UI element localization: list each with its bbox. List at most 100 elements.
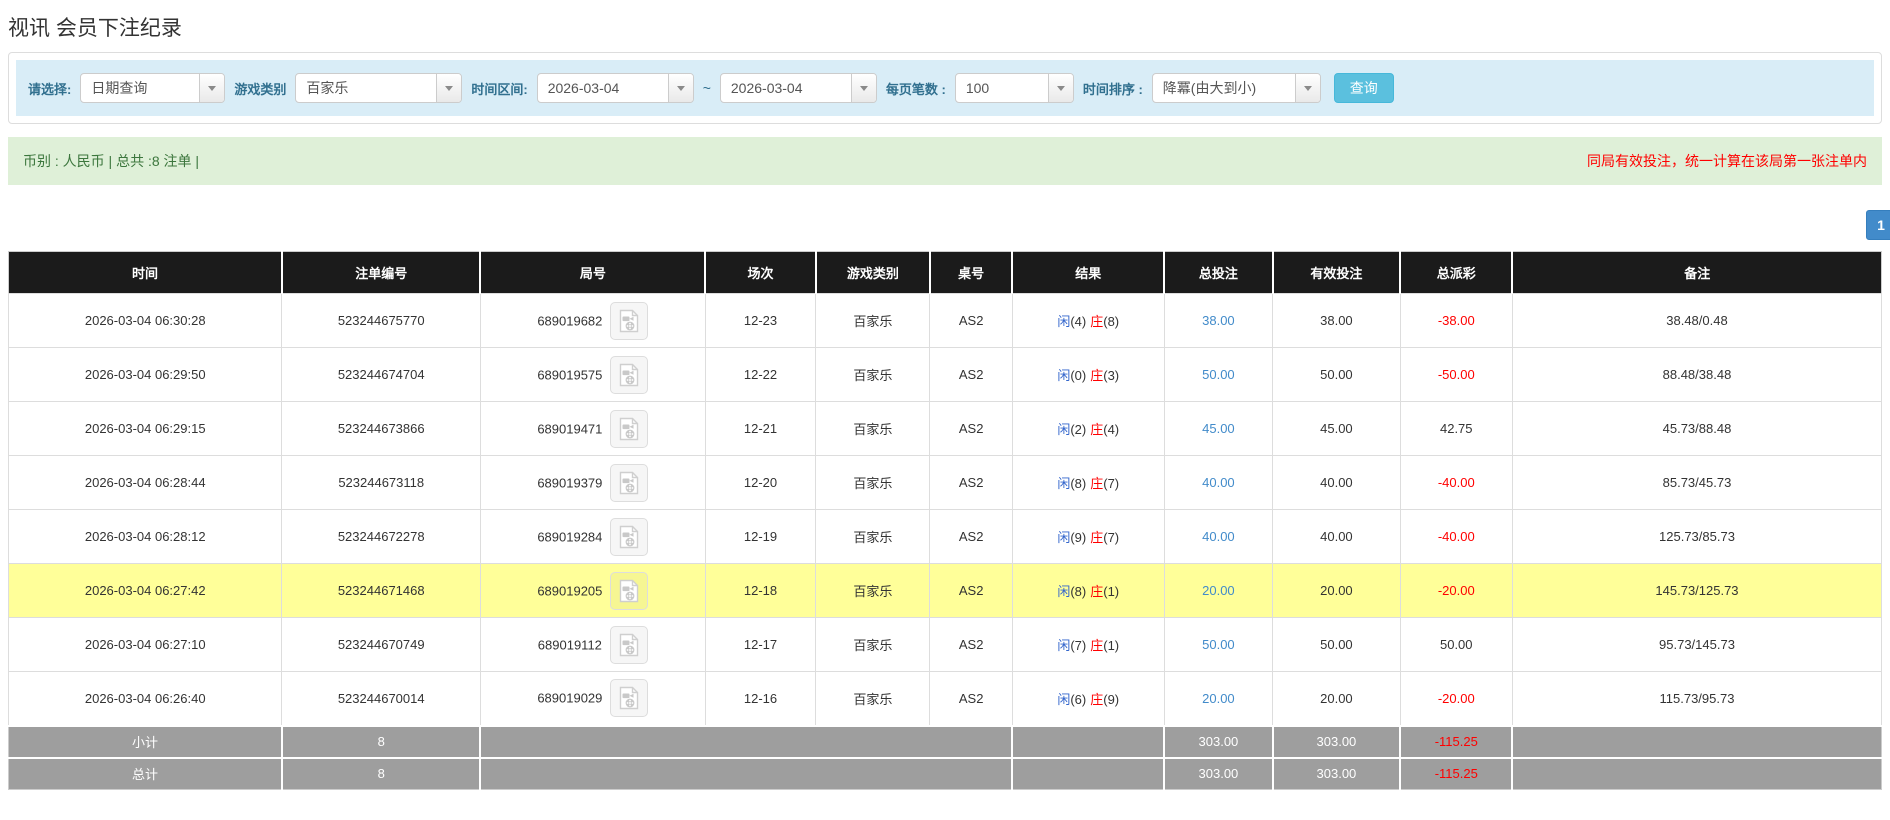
pagination: 1 — [8, 210, 1890, 240]
cell-session: 12-22 — [704, 347, 817, 402]
result-player: 闲 — [1057, 422, 1071, 437]
video-file-icon — [620, 579, 639, 602]
video-file-icon — [620, 363, 639, 386]
table-body: 2026-03-04 06:30:28 523244675770 6890196… — [7, 293, 1883, 726]
video-replay-button[interactable] — [610, 517, 649, 556]
header-bet-number: 注单编号 — [281, 251, 482, 294]
cell-valid-bet: 50.00 — [1272, 347, 1401, 402]
time-sort-dropdown-button[interactable] — [1294, 74, 1320, 102]
total-bet-link[interactable]: 45.00 — [1202, 421, 1235, 436]
result-player: 闲 — [1057, 530, 1071, 545]
cell-result: 闲(8) 庄(1) — [1011, 563, 1165, 618]
cell-valid-bet: 20.00 — [1272, 671, 1401, 726]
page-size-input[interactable] — [955, 74, 1048, 102]
cell-remark: 85.73/45.73 — [1511, 455, 1883, 510]
total-row: 总计 8 303.00 303.00 -115.25 — [8, 756, 1882, 790]
game-type-dropdown-button[interactable] — [436, 74, 462, 102]
date-from-combobox[interactable] — [536, 73, 694, 103]
total-bet-link[interactable]: 50.00 — [1202, 367, 1235, 382]
select-label: 请选择: — [28, 81, 72, 97]
result-banker: 庄 — [1090, 530, 1104, 545]
date-from-dropdown-button[interactable] — [667, 74, 693, 102]
page-size-combobox[interactable] — [954, 73, 1074, 103]
round-number: 689019284 — [537, 529, 603, 544]
header-table-number: 桌号 — [929, 251, 1014, 294]
result-player: 闲 — [1057, 314, 1071, 329]
cell-game-type: 百家乐 — [815, 293, 931, 348]
table-row: 2026-03-04 06:27:42 523244671468 6890192… — [7, 563, 1883, 618]
video-replay-button[interactable] — [610, 679, 649, 718]
cell-payout: -20.00 — [1399, 671, 1513, 726]
game-type-input[interactable] — [296, 74, 437, 102]
subtotal-result-empty — [1012, 724, 1166, 758]
cell-round-number: 689019471 — [479, 401, 706, 456]
video-replay-button[interactable] — [610, 571, 649, 610]
cell-result: 闲(2) 庄(4) — [1011, 401, 1165, 456]
header-remark: 备注 — [1512, 251, 1882, 294]
game-type-combobox[interactable] — [295, 73, 463, 103]
video-file-icon — [620, 309, 639, 332]
page-size-dropdown-button[interactable] — [1047, 74, 1073, 102]
total-bet-link[interactable]: 20.00 — [1202, 583, 1235, 598]
pagination-page-1[interactable]: 1 — [1866, 210, 1890, 240]
header-game-type: 游戏类别 — [815, 251, 931, 294]
subtotal-payout: -115.25 — [1400, 724, 1514, 758]
round-number: 689019029 — [537, 690, 603, 706]
cell-bet-number: 523244675770 — [281, 293, 481, 348]
query-type-dropdown-button[interactable] — [199, 74, 225, 102]
video-replay-button[interactable] — [610, 463, 649, 502]
date-to-combobox[interactable] — [719, 73, 877, 103]
result-banker-score: (1) — [1103, 584, 1120, 599]
total-spacer — [480, 756, 1014, 790]
cell-result: 闲(0) 庄(3) — [1011, 347, 1165, 402]
video-replay-button[interactable] — [610, 409, 649, 448]
date-from-input[interactable] — [537, 74, 668, 102]
round-number: 689019682 — [537, 313, 603, 328]
time-sort-label: 时间排序 : — [1082, 81, 1143, 97]
currency-summary-text: 币别 : 人民币 | 总共 :8 注单 | — [23, 153, 200, 169]
cell-round-number: 689019284 — [479, 509, 706, 564]
cell-result: 闲(7) 庄(1) — [1011, 617, 1165, 672]
total-bet-link[interactable]: 20.00 — [1202, 691, 1235, 706]
valid-bet-notice: 同局有效投注，统一计算在该局第一张注单内 — [1587, 153, 1867, 169]
cell-session: 12-21 — [704, 401, 817, 456]
cell-total-bet: 20.00 — [1163, 671, 1274, 726]
query-type-input[interactable] — [81, 74, 200, 102]
cell-bet-number: 523244671468 — [281, 563, 481, 618]
header-round-number: 局号 — [480, 251, 707, 294]
total-bet-link[interactable]: 38.00 — [1202, 313, 1235, 328]
cell-valid-bet: 40.00 — [1272, 509, 1401, 564]
summary-bar: 币别 : 人民币 | 总共 :8 注单 | 同局有效投注，统一计算在该局第一张注… — [8, 137, 1882, 185]
video-replay-button[interactable] — [609, 625, 648, 664]
query-type-combobox[interactable] — [80, 73, 226, 103]
cell-table-number: AS2 — [929, 509, 1013, 564]
round-number: 689019379 — [537, 475, 603, 490]
total-label: 总计 — [8, 756, 283, 790]
cell-valid-bet: 38.00 — [1272, 293, 1401, 348]
cell-bet-number: 523244673866 — [281, 401, 481, 456]
cell-payout: -40.00 — [1399, 455, 1513, 510]
video-replay-button[interactable] — [610, 301, 649, 340]
query-button[interactable]: 查询 — [1333, 73, 1394, 103]
table-row: 2026-03-04 06:28:44 523244673118 6890193… — [7, 455, 1883, 510]
total-bet-link[interactable]: 40.00 — [1202, 475, 1235, 490]
result-player: 闲 — [1057, 691, 1071, 707]
date-to-dropdown-button[interactable] — [850, 74, 876, 102]
total-bet-link[interactable]: 40.00 — [1202, 529, 1235, 544]
video-replay-button[interactable] — [610, 355, 649, 394]
time-range-label: 时间区间: — [471, 81, 528, 97]
cell-valid-bet: 45.00 — [1272, 401, 1401, 456]
cell-total-bet: 40.00 — [1163, 509, 1274, 564]
date-to-input[interactable] — [720, 74, 851, 102]
result-banker: 庄 — [1090, 638, 1104, 653]
round-number: 689019471 — [537, 421, 603, 436]
time-sort-combobox[interactable] — [1151, 73, 1321, 103]
video-file-icon — [620, 417, 639, 440]
subtotal-label: 小计 — [8, 724, 283, 758]
cell-time: 2026-03-04 06:27:10 — [7, 617, 283, 672]
result-player: 闲 — [1057, 476, 1071, 491]
video-file-icon — [620, 525, 639, 548]
total-bet-link[interactable]: 50.00 — [1202, 637, 1235, 652]
cell-total-bet: 20.00 — [1163, 563, 1274, 618]
time-sort-input[interactable] — [1152, 74, 1295, 102]
